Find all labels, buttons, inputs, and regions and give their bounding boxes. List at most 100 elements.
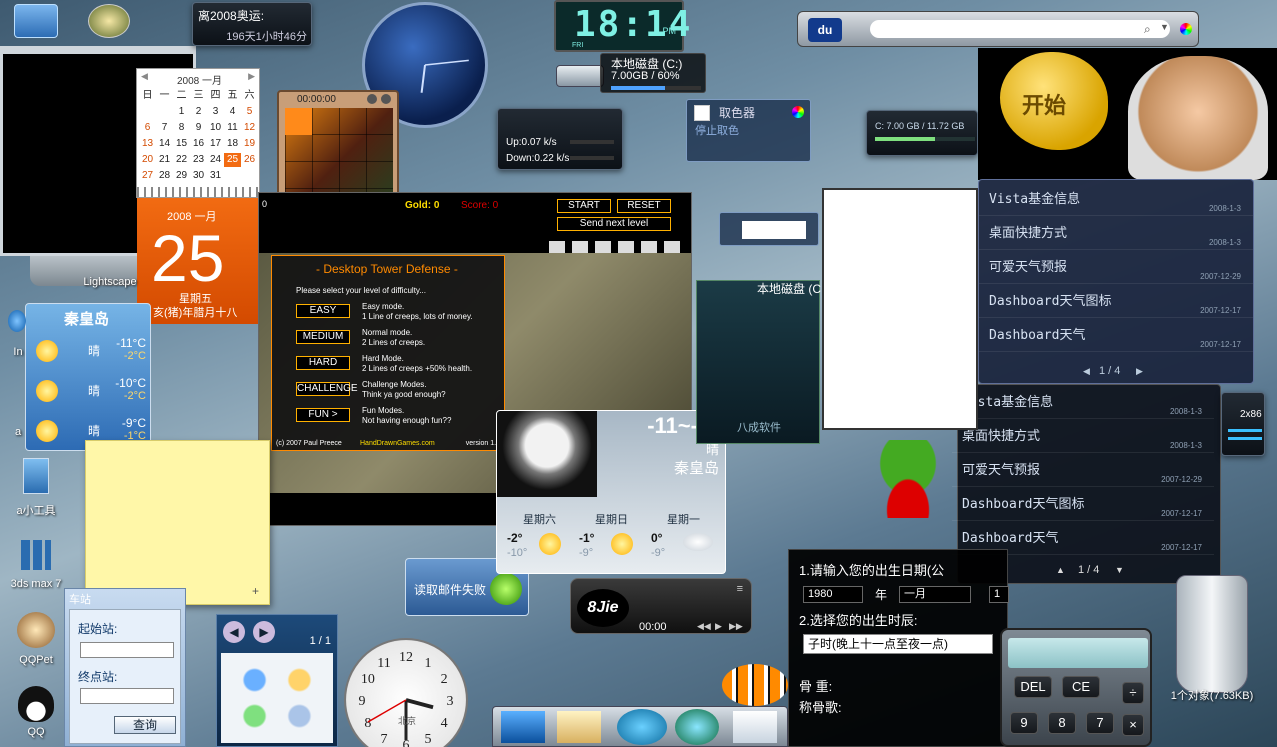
calendar-day-cell[interactable]: 31	[207, 169, 224, 183]
calendar-day-cell[interactable]: 12	[241, 121, 258, 135]
calendar-next-icon[interactable]: ▶	[248, 71, 255, 82]
calc-del-button[interactable]: DEL	[1014, 676, 1052, 698]
chevron-down-icon[interactable]: ▼	[1160, 22, 1169, 32]
news-item[interactable]: Vista基金信息 2008-1-3	[952, 385, 1214, 419]
search-icon[interactable]: ⌕	[1144, 22, 1151, 37]
dock-icon-globe[interactable]	[617, 709, 667, 745]
td-site-link[interactable]: HandDrawnGames.com	[360, 440, 435, 447]
photo-thumbnails[interactable]	[221, 653, 333, 743]
calc-divide-button[interactable]: ÷	[1122, 682, 1144, 704]
calendar-day-cell[interactable]: 25	[224, 153, 241, 167]
color-picker-stop[interactable]: 停止取色	[695, 122, 739, 138]
td-level-button[interactable]: MEDIUM	[296, 330, 350, 344]
calendar-day-cell[interactable]: 19	[241, 137, 258, 151]
dock-icon-monitor[interactable]	[501, 711, 545, 743]
calendar-day-cell[interactable]: 10	[207, 121, 224, 135]
forward-arrow-icon[interactable]: ▶	[253, 621, 275, 643]
calc-multiply-button[interactable]: ×	[1122, 714, 1144, 736]
calendar-day-cell[interactable]: 3	[207, 105, 224, 119]
news-item[interactable]: 桌面快捷方式 2008-1-3	[952, 419, 1214, 453]
calendar-day-cell[interactable]: 5	[241, 105, 258, 119]
news-b-prev-icon[interactable]: ▲	[1056, 565, 1065, 575]
td-level-button[interactable]: CHALLENGE	[296, 382, 358, 396]
td-reset-button[interactable]: RESET	[617, 199, 671, 213]
desktop-icon-gadgets[interactable]: a小工具	[6, 458, 66, 518]
news-item[interactable]: 桌面快捷方式 2008-1-3	[979, 216, 1253, 250]
td-level-button[interactable]: HARD	[296, 356, 350, 370]
td-level-button[interactable]: FUN >	[296, 408, 350, 422]
td-send-level-button[interactable]: Send next level	[557, 217, 671, 231]
media-prev-icon[interactable]: ◀◀	[697, 621, 711, 632]
calendar-day-cell[interactable]: 4	[224, 105, 241, 119]
calendar-day-cell[interactable]: 18	[224, 137, 241, 151]
calendar-prev-icon[interactable]: ◀	[141, 71, 148, 82]
desktop-icon-lightscape[interactable]: Lightscape	[82, 276, 138, 288]
news-item[interactable]: Dashboard天气图标 2007-12-17	[979, 284, 1253, 318]
calendar-day-cell[interactable]: 26	[241, 153, 258, 167]
fortune-day-select[interactable]: 1	[989, 586, 1009, 603]
calendar-day-cell[interactable]: 9	[190, 121, 207, 135]
news-item[interactable]: Dashboard天气 2007-12-17	[979, 318, 1253, 352]
desktop-icon-3dsmax[interactable]: 3ds max 7	[6, 540, 66, 590]
color-wheel-icon[interactable]	[792, 106, 804, 118]
search-input[interactable]	[870, 20, 1170, 38]
calendar-day-cell[interactable]: 1	[173, 105, 190, 119]
fortune-year-select[interactable]: 1980	[803, 586, 863, 603]
train-tab[interactable]: 车站	[69, 591, 91, 607]
train-query-button[interactable]: 查询	[114, 716, 176, 734]
back-arrow-icon[interactable]: ◀	[223, 621, 245, 643]
td-level-button[interactable]: EASY	[296, 304, 350, 318]
calendar-day-cell[interactable]: 22	[173, 153, 190, 167]
calc-9-button[interactable]: 9	[1010, 712, 1038, 734]
train-from-input[interactable]	[80, 642, 174, 658]
calendar-day-cell[interactable]: 29	[173, 169, 190, 183]
calendar-day-cell[interactable]: 16	[190, 137, 207, 151]
media-playlist-icon[interactable]: ≡	[737, 583, 743, 595]
news-item[interactable]: Vista基金信息 2008-1-3	[979, 182, 1253, 216]
puzzle-help-icon[interactable]	[367, 94, 377, 104]
media-play-icon[interactable]: ▶	[715, 621, 722, 632]
desktop-icon-qq[interactable]: QQ	[6, 686, 66, 738]
calendar-day-cell[interactable]: 21	[156, 153, 173, 167]
calendar-day-cell[interactable]: 6	[139, 121, 156, 135]
news-a-next-icon[interactable]: ▶	[1136, 366, 1143, 377]
calendar-day-cell[interactable]: 27	[139, 169, 156, 183]
desktop-icon-in[interactable]: In	[8, 310, 28, 358]
puzzle-close-icon[interactable]	[381, 94, 391, 104]
calendar-day-cell[interactable]: 23	[190, 153, 207, 167]
dock-icon-earth[interactable]	[675, 709, 719, 745]
crest-icon[interactable]	[88, 4, 130, 38]
calendar-day-cell[interactable]: 13	[139, 137, 156, 151]
calc-7-button[interactable]: 7	[1086, 712, 1114, 734]
news-item[interactable]: 可爱天气预报 2007-12-29	[979, 250, 1253, 284]
news-item[interactable]: 可爱天气预报 2007-12-29	[952, 453, 1214, 487]
news-b-next-icon[interactable]: ▼	[1115, 565, 1124, 575]
desktop-icon-qqpet[interactable]: QQPet	[6, 612, 66, 666]
start-button[interactable]: 开始	[1000, 52, 1108, 150]
calendar-day-cell[interactable]: 30	[190, 169, 207, 183]
news-item[interactable]: Dashboard天气图标 2007-12-17	[952, 487, 1214, 521]
color-ball-icon[interactable]	[1180, 23, 1192, 35]
calendar-day-cell[interactable]: 8	[173, 121, 190, 135]
calendar-day-cell[interactable]: 15	[173, 137, 190, 151]
calendar-day-cell[interactable]: 11	[224, 121, 241, 135]
desktop-icon-a[interactable]: a	[8, 426, 28, 438]
calc-8-button[interactable]: 8	[1048, 712, 1076, 734]
sticky-note[interactable]: × +	[85, 440, 270, 605]
calendar-day-cell[interactable]: 20	[139, 153, 156, 167]
color-swatch[interactable]	[694, 105, 710, 121]
dock-icon-mail[interactable]	[557, 711, 601, 743]
calc-ce-button[interactable]: CE	[1062, 676, 1100, 698]
td-start-button[interactable]: START	[557, 199, 611, 213]
calendar-day-cell[interactable]: 24	[207, 153, 224, 167]
calendar-day-cell[interactable]: 7	[156, 121, 173, 135]
recycle-bin[interactable]: 1个对象(7.63KB)	[1156, 575, 1268, 703]
train-to-input[interactable]	[80, 688, 174, 704]
calendar-day-cell[interactable]: 2	[190, 105, 207, 119]
media-next-icon[interactable]: ▶▶	[729, 621, 743, 632]
calendar-day-cell[interactable]: 28	[156, 169, 173, 183]
add-note-icon[interactable]: +	[252, 584, 259, 598]
calendar-day-cell[interactable]: 14	[156, 137, 173, 151]
dock-icon-doc[interactable]	[733, 711, 777, 743]
calendar-day-cell[interactable]: 17	[207, 137, 224, 151]
